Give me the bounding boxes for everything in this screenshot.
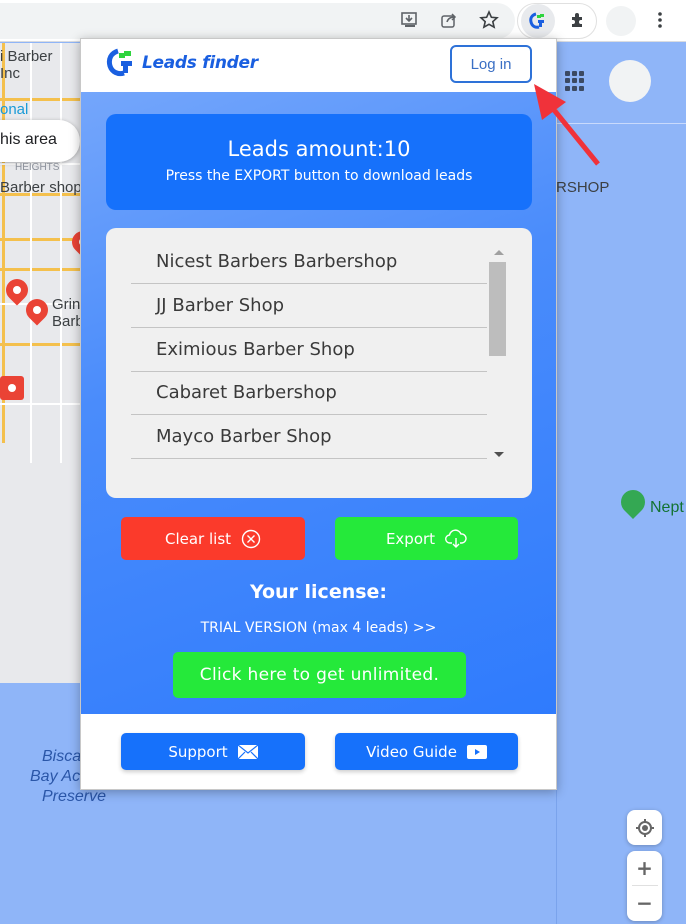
cloud-download-icon	[445, 528, 467, 549]
map-label: Barb	[52, 313, 84, 330]
leads-list[interactable]: Nicest Barbers Barbershop JJ Barber Shop…	[106, 228, 532, 498]
map-label: Barber shop	[0, 179, 82, 196]
leads-finder-logo: Leads finder	[106, 47, 258, 79]
map-label: Bisca	[42, 748, 82, 765]
leads-instructions: Press the EXPORT button to download lead…	[165, 168, 473, 184]
log-in-button[interactable]: Log in	[450, 45, 532, 83]
map-street	[60, 43, 62, 463]
envelope-icon	[237, 744, 258, 759]
support-button[interactable]: Support	[121, 733, 305, 770]
zoom-out-button[interactable]: −	[636, 886, 653, 920]
map-label: Bay Ac	[30, 768, 81, 785]
leads-finder-popup: Leads finder Log in Leads amount:10 Pres…	[80, 38, 557, 790]
support-label: Support	[168, 742, 228, 761]
map-label: Inc	[0, 65, 21, 82]
map-road	[0, 343, 90, 346]
scroll-up-arrow[interactable]	[494, 250, 504, 255]
map-label: onal	[0, 101, 29, 118]
popup-header: Leads finder Log in	[81, 39, 556, 92]
export-button[interactable]: Export	[335, 517, 518, 560]
map-label: Nept	[650, 499, 684, 516]
play-video-icon	[466, 744, 487, 759]
map-street	[30, 43, 32, 463]
leads-summary-card: Leads amount:10 Press the EXPORT button …	[106, 114, 532, 210]
park-pin-icon[interactable]	[616, 485, 650, 519]
license-title: Your license:	[249, 581, 388, 603]
map-road	[0, 268, 90, 271]
leads-amount: Leads amount:10	[227, 137, 411, 161]
map-street	[0, 403, 90, 405]
close-circle-icon	[241, 529, 261, 549]
video-guide-label: Video Guide	[366, 742, 457, 761]
annotation-arrow-icon	[534, 84, 600, 166]
bookmark-star-icon[interactable]	[477, 8, 501, 32]
scrollbar-thumb[interactable]	[489, 262, 506, 356]
zoom-controls: + −	[627, 851, 662, 921]
clear-list-button[interactable]: Clear list	[121, 517, 305, 560]
map-pin-square[interactable]	[0, 376, 24, 400]
scroll-down-arrow[interactable]	[494, 452, 504, 457]
map-account-avatar[interactable]	[609, 60, 651, 102]
install-app-icon[interactable]	[397, 8, 421, 32]
leads-finder-logo-icon	[106, 48, 132, 77]
map-label: Preserve	[42, 788, 107, 805]
zoom-in-button[interactable]: +	[636, 852, 653, 885]
browser-toolbar	[0, 0, 686, 42]
map-label: Grin	[52, 296, 81, 313]
list-item[interactable]: Cabaret Barbershop	[131, 371, 487, 415]
list-item[interactable]: JJ Barber Shop	[131, 284, 487, 328]
leads-finder-extension-icon[interactable]	[521, 4, 555, 38]
profile-avatar[interactable]	[606, 6, 636, 36]
map-label: HEIGHTS	[15, 162, 60, 173]
map-label: i Barber	[0, 48, 53, 65]
list-item[interactable]: Mayco Barber Shop	[131, 415, 487, 459]
get-unlimited-button[interactable]: Click here to get unlimited.	[173, 652, 466, 698]
search-this-area-label[interactable]: his area	[0, 131, 57, 149]
list-item[interactable]: Eximious Barber Shop	[131, 328, 487, 372]
map-label: RSHOP	[556, 179, 610, 196]
my-location-button[interactable]	[627, 810, 662, 845]
my-location-icon	[635, 818, 654, 837]
logo-text: Leads finder	[142, 53, 258, 73]
popup-footer: Support Video Guide	[81, 714, 556, 789]
extensions-puzzle-icon[interactable]	[566, 8, 590, 32]
menu-kebab-icon[interactable]	[648, 8, 672, 32]
export-label: Export	[385, 529, 436, 548]
list-item[interactable]: Nicest Barbers Barbershop	[131, 240, 487, 284]
popup-body: Leads amount:10 Press the EXPORT button …	[81, 92, 556, 714]
share-icon[interactable]	[437, 8, 461, 32]
clear-list-label: Clear list	[164, 529, 232, 548]
license-type-link[interactable]: TRIAL VERSION (max 4 leads) >>	[81, 620, 556, 636]
video-guide-button[interactable]: Video Guide	[335, 733, 518, 770]
